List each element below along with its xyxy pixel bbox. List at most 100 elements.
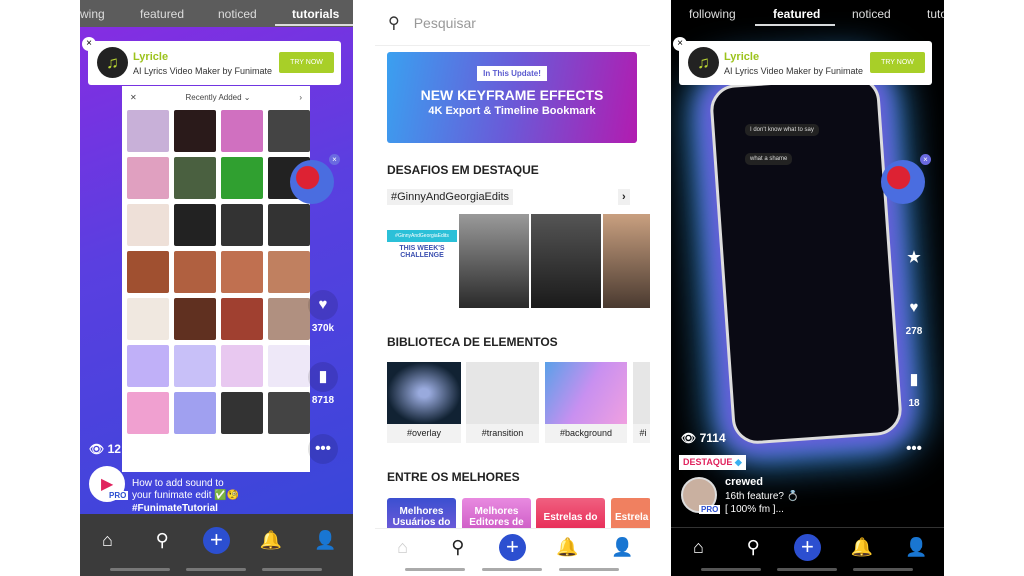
close-icon[interactable]: ×: [673, 37, 687, 51]
media-thumbnail: [127, 298, 169, 340]
tab-tutorials[interactable]: tuto: [927, 7, 944, 21]
ad-subtitle: AI Lyrics Video Maker by Funimate: [133, 66, 273, 76]
like-button[interactable]: ♥ 278: [892, 293, 936, 337]
close-icon[interactable]: ×: [329, 154, 340, 165]
heart-icon: ♥: [909, 299, 919, 316]
challenge-video[interactable]: [459, 214, 529, 308]
bell-icon[interactable]: 🔔: [257, 530, 285, 551]
search-icon[interactable]: ⚲: [739, 537, 767, 558]
create-button[interactable]: +: [498, 533, 526, 561]
element-more[interactable]: #i: [633, 362, 650, 443]
bookmark-button[interactable]: ★: [892, 243, 936, 276]
tab-noticed[interactable]: noticed: [852, 7, 891, 21]
tab-tutorials[interactable]: tutorials: [292, 7, 339, 21]
media-thumbnail: [127, 251, 169, 293]
tab-following[interactable]: wing: [80, 7, 105, 21]
tab-following[interactable]: following: [689, 7, 736, 21]
view-count: 👁 12: [89, 442, 121, 456]
home-icon[interactable]: ⌂: [93, 530, 121, 551]
like-button[interactable]: ♥ 370k: [301, 290, 345, 334]
phone-featured-feed: following featured noticed tuto I don't …: [671, 0, 944, 576]
more-button[interactable]: •••: [301, 434, 345, 467]
ad-banner[interactable]: × ♫ Lyricle AI Lyrics Video Maker by Fun…: [673, 37, 932, 85]
search-icon[interactable]: ⚲: [148, 530, 176, 551]
chevron-right-icon[interactable]: ›: [618, 189, 630, 205]
element-label: #transition: [481, 428, 524, 438]
more-button[interactable]: •••: [892, 434, 936, 467]
create-button[interactable]: +: [202, 526, 230, 554]
close-icon[interactable]: ×: [920, 154, 931, 165]
caption-line: 16th feature? 💍: [725, 491, 800, 502]
top-card[interactable]: Estrelas do: [536, 498, 605, 528]
profile-icon[interactable]: 👤: [312, 530, 340, 551]
divider: [405, 568, 465, 571]
banner-title: NEW KEYFRAME EFFECTS: [420, 87, 604, 103]
username[interactable]: crewed: [725, 476, 763, 488]
tab-noticed[interactable]: noticed: [218, 7, 257, 21]
search-input[interactable]: Pesquisar: [414, 15, 476, 31]
challenge-tag[interactable]: #GinnyAndGeorgiaEdits: [387, 189, 514, 205]
try-now-button[interactable]: TRY NOW: [870, 52, 925, 73]
close-icon[interactable]: ×: [82, 37, 96, 51]
phone-tutorials-feed: wing featured noticed tutorials × ♫ Lyri…: [80, 0, 353, 576]
caption-line: How to add sound to: [132, 478, 224, 489]
media-thumbnail: [174, 204, 216, 246]
element-transition[interactable]: #transition: [466, 362, 539, 443]
challenge-card[interactable]: #GinnyAndGeorgiaEdits THIS WEEK'S CHALLE…: [387, 214, 457, 308]
search-icon[interactable]: ⚲: [444, 537, 472, 558]
bell-icon[interactable]: 🔔: [848, 537, 876, 558]
profile-icon[interactable]: 👤: [903, 537, 931, 558]
top-card[interactable]: Estrela: [611, 498, 650, 528]
element-overlay[interactable]: #overlay: [387, 362, 461, 443]
bottom-nav: ⌂ ⚲ + 🔔 👤: [80, 514, 353, 576]
element-background[interactable]: #background: [545, 362, 627, 443]
divider: [853, 568, 913, 571]
element-label: #background: [559, 428, 613, 438]
profile-icon[interactable]: 👤: [608, 537, 636, 558]
gift-icon[interactable]: [290, 160, 334, 204]
divider: [559, 568, 619, 571]
update-banner[interactable]: In This Update! NEW KEYFRAME EFFECTS 4K …: [387, 52, 637, 143]
tab-featured[interactable]: featured: [773, 7, 820, 21]
comment-button[interactable]: ▮ 8718: [301, 362, 345, 406]
top-card[interactable]: Melhores Usuários do: [387, 498, 456, 528]
section-title: BIBLIOTECA DE ELEMENTOS: [387, 335, 558, 349]
challenge-video[interactable]: [531, 214, 601, 308]
like-count: 278: [905, 326, 923, 337]
comment-count: 18: [908, 398, 920, 409]
view-count: 👁 7114: [681, 431, 726, 445]
search-bar[interactable]: ⚲ Pesquisar: [375, 0, 650, 46]
media-thumbnail: [221, 345, 263, 387]
gift-icon[interactable]: [881, 160, 925, 204]
close-icon: ✕: [130, 92, 137, 102]
divider: [186, 568, 246, 571]
update-pill: In This Update!: [477, 66, 547, 81]
challenge-card-label: THIS WEEK'S CHALLENGE: [399, 245, 445, 259]
media-thumbnail: [174, 345, 216, 387]
pro-badge: PRO: [107, 491, 129, 500]
challenge-card-tag: #GinnyAndGeorgiaEdits: [387, 230, 457, 242]
tab-featured[interactable]: featured: [140, 7, 184, 21]
try-now-button[interactable]: TRY NOW: [279, 52, 334, 73]
ad-subtitle: AI Lyrics Video Maker by Funimate: [724, 66, 864, 76]
ad-banner[interactable]: × ♫ Lyricle AI Lyrics Video Maker by Fun…: [82, 37, 341, 85]
eye-icon: 👁: [89, 442, 108, 456]
phone-explore: ⚲ Pesquisar In This Update! NEW KEYFRAME…: [375, 0, 650, 576]
media-thumbnail: [221, 298, 263, 340]
challenge-video[interactable]: [603, 214, 650, 308]
media-thumbnail: [127, 392, 169, 434]
home-icon[interactable]: ⌂: [684, 537, 712, 558]
bell-icon[interactable]: 🔔: [553, 537, 581, 558]
media-thumbnail: [268, 251, 310, 293]
comment-icon: ▮: [909, 371, 919, 388]
username[interactable]: FunimateTutorials: [132, 464, 218, 476]
create-button[interactable]: +: [793, 533, 821, 561]
bookmark-icon: ★: [907, 249, 921, 266]
top-card[interactable]: Melhores Editores de: [462, 498, 531, 528]
media-thumbnail: [174, 157, 216, 199]
section-title: DESAFIOS EM DESTAQUE: [387, 163, 539, 177]
home-icon[interactable]: ⌂: [389, 537, 417, 558]
chat-bubble: what a shame: [745, 153, 793, 165]
media-thumbnail: [221, 110, 263, 152]
comment-button[interactable]: ▮ 18: [892, 365, 936, 409]
